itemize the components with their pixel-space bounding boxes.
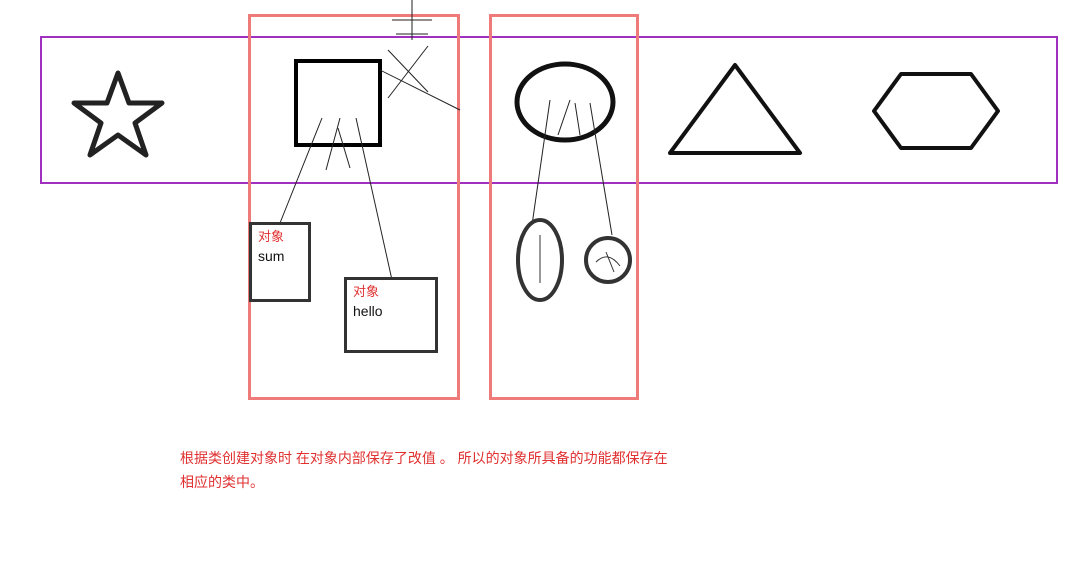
triangle-shape-icon <box>660 55 810 165</box>
small-circle-instance <box>580 232 636 288</box>
object-box-hello: 对象 hello <box>344 277 438 353</box>
star-shape-icon <box>68 67 168 163</box>
caption-line-1: 根据类创建对象时 在对象内部保存了改值 。 所以的对象所具备的功能都保存在 <box>180 446 668 470</box>
object-box-sum: 对象 sum <box>249 222 311 302</box>
object-label-1: 对象 <box>258 229 302 245</box>
object-text-hello: hello <box>353 302 429 320</box>
object-text-sum: sum <box>258 247 302 265</box>
caption-line-2: 相应的类中。 <box>180 470 264 494</box>
object-label-2: 对象 <box>353 284 429 300</box>
hexagon-shape-icon <box>866 66 1006 156</box>
small-ellipse-instance <box>510 215 570 305</box>
